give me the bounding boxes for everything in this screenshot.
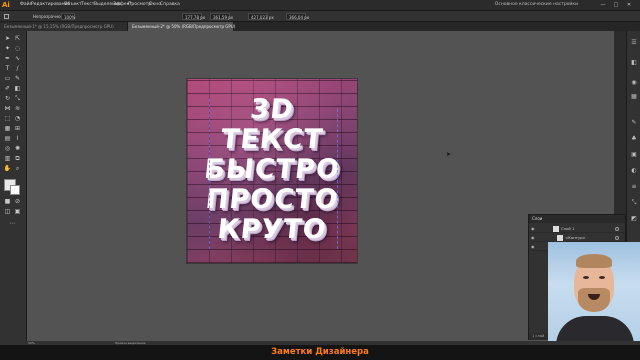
layer-name: Слой 1 (561, 226, 575, 231)
selection-path (209, 99, 210, 249)
y-field[interactable]: 361,59 px (210, 12, 233, 20)
hand-tool-icon[interactable]: ✋ (3, 164, 12, 173)
selection-path (337, 109, 338, 249)
appearance-icon[interactable]: ◐ (630, 167, 638, 175)
color-icon[interactable]: ◉ (630, 79, 638, 87)
symbol-sprayer-icon[interactable]: ✺ (13, 144, 22, 153)
tab-document-1[interactable]: Безымянный-1* @ 15,15% (RGB/Предпросмотр… (0, 22, 128, 31)
blend-tool-icon[interactable]: ◎ (3, 144, 12, 153)
presenter-hair (576, 254, 612, 268)
eyedropper-icon[interactable]: ⌇ (13, 134, 22, 143)
rectangle-tool-icon[interactable]: ▭ (3, 74, 12, 83)
draw-mode-icon[interactable]: ◫ (3, 207, 12, 216)
rotate-tool-icon[interactable]: ↻ (3, 94, 12, 103)
free-transform-icon[interactable]: ⬚ (3, 114, 12, 123)
control-bar: Непрозрачность: 100% 177,78 px 361,59 px… (0, 11, 640, 22)
eye-icon[interactable]: ◉ (531, 227, 535, 231)
paintbrush-icon[interactable]: ✎ (13, 74, 22, 83)
gradient-tool-icon[interactable]: ▤ (3, 134, 12, 143)
pen-tool-icon[interactable]: ✒ (3, 54, 12, 63)
menu-type[interactable]: Текст (81, 0, 94, 10)
screen-mode-icon[interactable]: ▣ (13, 207, 22, 216)
type-tool-icon[interactable]: T (3, 64, 12, 73)
properties-icon[interactable]: ☰ (630, 39, 638, 47)
stroke-color-swatch[interactable] (10, 185, 20, 195)
mouse-cursor-icon: ➤ (446, 151, 452, 158)
graph-tool-icon[interactable]: ▥ (3, 154, 12, 163)
art-text-line-5[interactable]: КРУТО (187, 214, 357, 245)
layer-name: <Контур> (565, 235, 586, 240)
x-field[interactable]: 177,78 px (182, 12, 205, 20)
menu-bar: Ai Файл Редактирование Объект Текст Выде… (0, 0, 640, 11)
selection-tool-icon[interactable]: ➤ (3, 34, 12, 43)
height-field[interactable]: 366,04 px (286, 12, 309, 20)
opacity-field[interactable]: 100% (61, 12, 75, 20)
menu-help[interactable]: Справка (160, 0, 180, 10)
direct-selection-tool-icon[interactable]: ⇱ (13, 34, 22, 43)
brushes-icon[interactable]: ✎ (630, 119, 638, 127)
warp-tool-icon[interactable]: ≋ (13, 104, 22, 113)
layers-icon[interactable]: ◩ (630, 215, 638, 223)
eye-icon[interactable]: ◉ (531, 245, 535, 249)
presenter-beard (578, 288, 610, 312)
scale-tool-icon[interactable]: ⤡ (13, 94, 22, 103)
magic-wand-icon[interactable]: ✦ (3, 44, 12, 53)
width-field[interactable]: 427,023 px (248, 12, 274, 20)
shape-builder-icon[interactable]: ◔ (13, 114, 22, 123)
menu-object[interactable]: Объект (64, 0, 82, 10)
art-text-line-3[interactable]: БЫСТРО (187, 154, 357, 185)
eye-icon[interactable]: ◉ (531, 236, 535, 240)
graphic-styles-icon[interactable]: ▣ (630, 151, 638, 159)
maximize-button[interactable]: □ (613, 2, 619, 8)
line-tool-icon[interactable]: / (13, 64, 22, 73)
perspective-grid-icon[interactable]: ▦ (3, 124, 12, 133)
tools-panel: ➤ ⇱ ✦ ◌ ✒ ∿ T / ▭ ✎ ✐ ◧ ↻ ⤡ ⋈ ≋ ⬚ ◔ ▦ ⊞ … (0, 31, 27, 341)
artboard[interactable]: 3D ТЕКСТ БЫСТРО ПРОСТО КРУТО (187, 79, 357, 263)
libraries-icon[interactable]: ◧ (630, 59, 638, 67)
selection-indicator-icon (4, 13, 9, 19)
tab-document-2[interactable]: Безымянный-2* @ 50% (RGB/Предпросмотр GP… (128, 22, 235, 31)
color-mode-icon[interactable]: ■ (3, 197, 12, 206)
eraser-icon[interactable]: ◧ (13, 84, 22, 93)
layers-panel-title[interactable]: Слои (529, 215, 625, 223)
art-text-line-1[interactable]: 3D (187, 94, 357, 125)
layer-thumbnail (553, 226, 559, 232)
close-button[interactable]: ✕ (626, 2, 632, 8)
width-tool-icon[interactable]: ⋈ (3, 104, 12, 113)
layer-thumbnail (557, 235, 563, 241)
target-icon[interactable] (615, 227, 619, 231)
art-text-line-4[interactable]: ПРОСТО (187, 184, 357, 215)
art-text-line-2[interactable]: ТЕКСТ (187, 124, 357, 155)
menu-view[interactable]: Просмотр (128, 0, 151, 10)
zoom-tool-icon[interactable]: ⌕ (13, 164, 22, 173)
target-icon[interactable] (615, 236, 619, 240)
presenter-eye (583, 276, 589, 279)
app-logo: Ai (2, 1, 10, 9)
symbols-icon[interactable]: ♣ (630, 135, 638, 143)
document-tabs: Безымянный-1* @ 15,15% (RGB/Предпросмотр… (0, 22, 640, 31)
more-tools-icon[interactable]: ⋯ (8, 219, 17, 228)
curvature-tool-icon[interactable]: ∿ (13, 54, 22, 63)
shaper-tool-icon[interactable]: ✐ (3, 84, 12, 93)
none-color-icon[interactable]: ⊘ (13, 197, 22, 206)
minimize-button[interactable]: — (600, 2, 606, 8)
swatches-icon[interactable]: ▦ (630, 93, 638, 101)
lasso-icon[interactable]: ◌ (13, 44, 22, 53)
artboard-tool-icon[interactable]: ⧉ (13, 154, 22, 163)
align-icon[interactable]: ≡ (630, 183, 638, 191)
webcam-overlay (548, 242, 640, 346)
presenter-eye (599, 276, 605, 279)
window-controls: — □ ✕ (596, 0, 636, 10)
layer-row[interactable]: ◉ <Контур> (529, 234, 625, 242)
channel-caption: Заметки Дизайнера (271, 347, 369, 357)
layer-row[interactable]: ◉ Слой 1 (529, 225, 625, 233)
transform-icon[interactable]: ⤡ (630, 199, 638, 207)
workspace-switcher[interactable]: Основное классические настройки (495, 0, 578, 10)
mesh-tool-icon[interactable]: ⊞ (13, 124, 22, 133)
